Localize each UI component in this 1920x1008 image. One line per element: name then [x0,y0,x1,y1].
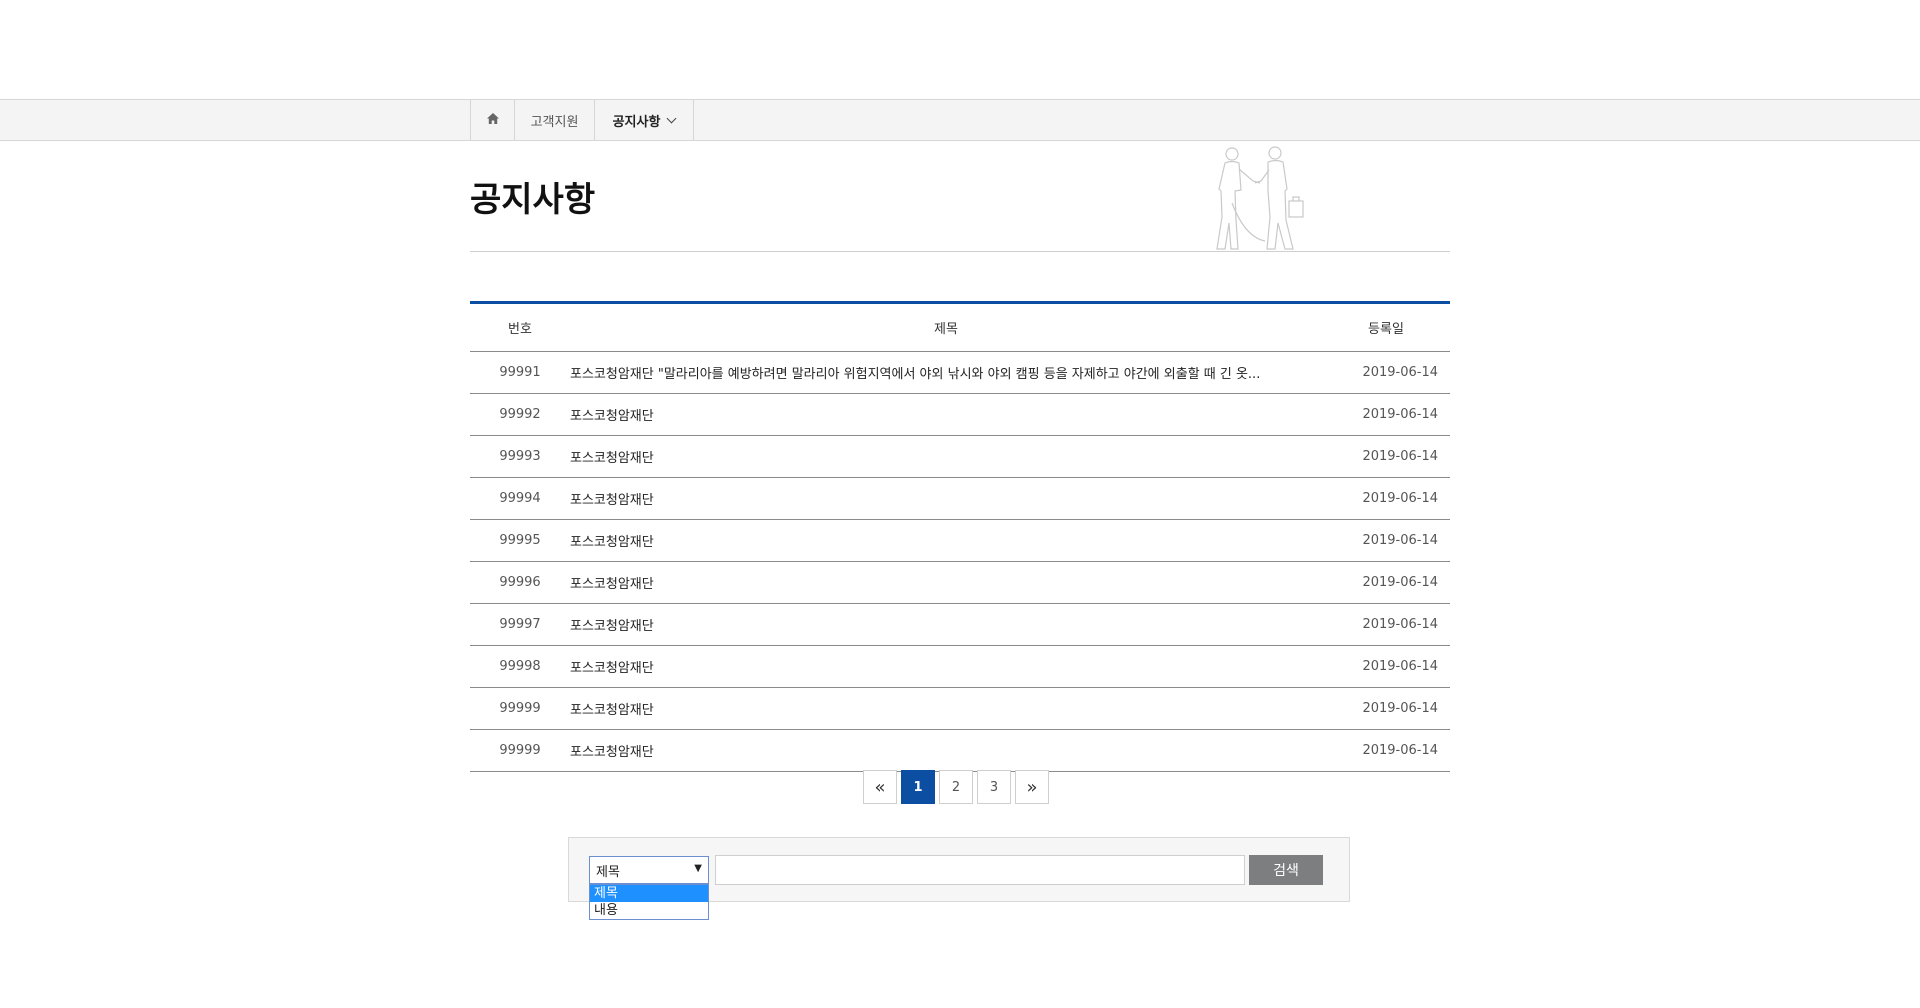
row-date: 2019-06-14 [1322,729,1450,772]
search-button[interactable]: 검색 [1249,855,1323,885]
table-row[interactable]: 99999 포스코청암재단 2019-06-14 [470,687,1450,730]
row-title-text: 포스코청암재단 [570,409,654,424]
search-type-select[interactable]: 제목 ▼ [589,856,709,884]
row-number: 99996 [470,561,570,604]
row-number: 99997 [470,603,570,646]
row-date: 2019-06-14 [1322,435,1450,478]
chevron-down-icon [666,113,677,123]
row-number: 99993 [470,435,570,478]
row-date: 2019-06-14 [1322,351,1450,394]
table-row[interactable]: 99994 포스코청암재단 2019-06-14 [470,477,1450,520]
row-title-text: 포스코청암재단 [570,493,654,508]
row-title-link[interactable]: 포스코청암재단 [570,435,1322,478]
row-number: 99994 [470,477,570,520]
row-date: 2019-06-14 [1322,561,1450,604]
row-number: 99995 [470,519,570,562]
table-row[interactable]: 99992 포스코청암재단 2019-06-14 [470,393,1450,436]
row-title-link[interactable]: 포스코청암재단 [570,687,1322,730]
first-page-button[interactable]: « [863,770,897,804]
row-number: 99999 [470,729,570,772]
row-title-text: 포스코청암재단 [570,745,654,760]
breadcrumb-label: 공지사항 [612,114,661,130]
search-panel: 제목 ▼ 제목 내용 검색 [568,837,1350,920]
column-header-number: 번호 [470,304,570,352]
row-title-text: 포스코청암재단 "말라리아를 예방하려면 말라리아 위험지역에서 야외 낚시와 … [570,367,1261,382]
row-title-text: 포스코청암재단 [570,451,654,466]
row-number: 99991 [470,351,570,394]
row-title-text: 포스코청암재단 [570,619,654,634]
search-input[interactable] [715,855,1245,885]
row-date: 2019-06-14 [1322,477,1450,520]
option-title[interactable]: 제목 [590,885,708,902]
row-date: 2019-06-14 [1322,645,1450,688]
select-value: 제목 [596,865,620,880]
row-date: 2019-06-14 [1322,687,1450,730]
pagination: « 1 2 3 » [863,770,1049,804]
table-row[interactable]: 99999 포스코청암재단 2019-06-14 [470,729,1450,772]
column-header-date: 등록일 [1322,304,1450,352]
column-header-title: 제목 [570,304,1322,352]
table-row[interactable]: 99995 포스코청암재단 2019-06-14 [470,519,1450,562]
page-title: 공지사항 [470,180,596,220]
dropdown-arrow-icon: ▼ [694,863,702,874]
row-date: 2019-06-14 [1322,603,1450,646]
breadcrumb: 고객지원 공지사항 [470,100,694,140]
breadcrumb-item-support[interactable]: 고객지원 [514,100,594,140]
row-title-link[interactable]: 포스코청암재단 [570,603,1322,646]
table-row[interactable]: 99993 포스코청암재단 2019-06-14 [470,435,1450,478]
row-title-text: 포스코청암재단 [570,661,654,676]
row-title-text: 포스코청암재단 [570,703,654,718]
option-content[interactable]: 내용 [590,902,708,919]
table-row[interactable]: 99998 포스코청암재단 2019-06-14 [470,645,1450,688]
table-row[interactable]: 99997 포스코청암재단 2019-06-14 [470,603,1450,646]
row-date: 2019-06-14 [1322,519,1450,562]
table-row[interactable]: 99996 포스코청암재단 2019-06-14 [470,561,1450,604]
handshake-figures-illustration [1216,146,1304,250]
breadcrumb-item-notice[interactable]: 공지사항 [594,100,694,140]
row-title-link[interactable]: 포스코청암재단 [570,477,1322,520]
breadcrumb-home[interactable] [470,100,514,140]
page-button-2[interactable]: 2 [939,770,973,804]
row-number: 99998 [470,645,570,688]
row-title-link[interactable]: 포스코청암재단 "말라리아를 예방하려면 말라리아 위험지역에서 야외 낚시와 … [570,351,1322,394]
last-page-button[interactable]: » [1015,770,1049,804]
row-number: 99999 [470,687,570,730]
table-row[interactable]: 99991 포스코청암재단 "말라리아를 예방하려면 말라리아 위험지역에서 야외… [470,351,1450,394]
notice-board-table: 번호 제목 등록일 99991 포스코청암재단 "말라리아를 예방하려면 말라리아… [470,301,1450,772]
row-title-text: 포스코청암재단 [570,577,654,592]
page-button-3[interactable]: 3 [977,770,1011,804]
row-title-text: 포스코청암재단 [570,535,654,550]
row-title-link[interactable]: 포스코청암재단 [570,393,1322,436]
search-type-options: 제목 내용 [589,884,709,920]
table-header-row: 번호 제목 등록일 [470,304,1450,352]
row-title-link[interactable]: 포스코청암재단 [570,561,1322,604]
title-divider [470,251,1450,252]
breadcrumb-label: 고객지원 [530,114,579,130]
row-number: 99992 [470,393,570,436]
home-icon [486,112,500,129]
row-title-link[interactable]: 포스코청암재단 [570,729,1322,772]
page-button-1[interactable]: 1 [901,770,935,804]
top-navigation-bar: 고객지원 공지사항 [0,99,1920,141]
row-title-link[interactable]: 포스코청암재단 [570,645,1322,688]
row-date: 2019-06-14 [1322,393,1450,436]
row-title-link[interactable]: 포스코청암재단 [570,519,1322,562]
